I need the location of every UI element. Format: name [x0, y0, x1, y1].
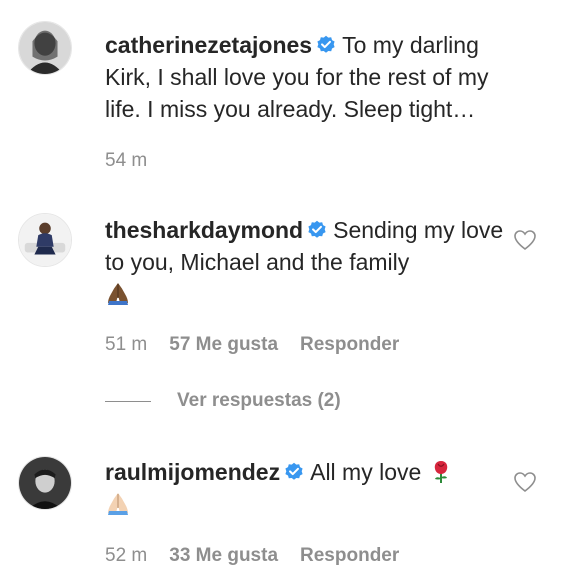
- avatar[interactable]: [18, 456, 72, 510]
- username[interactable]: catherinezetajones: [105, 32, 312, 58]
- comment-body: raulmijomendez All my love: [105, 456, 515, 520]
- likes-count[interactable]: 57 Me gusta: [169, 334, 278, 356]
- reply-button[interactable]: Responder: [300, 545, 399, 567]
- comment-meta: 51 m 57 Me gusta Responder: [105, 334, 399, 356]
- verified-badge-icon: [316, 35, 336, 55]
- user-photo-icon: [19, 214, 71, 266]
- user-photo-icon: [19, 457, 71, 509]
- likes-count[interactable]: 33 Me gusta: [169, 545, 278, 567]
- replies-divider: [105, 400, 151, 402]
- like-heart-icon[interactable]: [512, 227, 538, 253]
- comment-time: 52 m: [105, 545, 148, 566]
- username[interactable]: raulmijomendez: [105, 459, 280, 485]
- verified-badge-icon: [284, 462, 304, 482]
- verified-badge-icon: [307, 220, 327, 240]
- comment-time: 51 m: [105, 334, 148, 355]
- comment-body: thesharkdaymond Sending my love to you, M…: [105, 214, 515, 310]
- rose-emoji-icon: [428, 458, 454, 484]
- avatar[interactable]: [18, 21, 72, 75]
- folded-hands-emoji-icon: [105, 490, 131, 516]
- comment-meta: 54 m: [105, 150, 147, 172]
- comment-body: catherinezetajones To my darling Kirk, I …: [105, 29, 515, 125]
- username[interactable]: thesharkdaymond: [105, 217, 303, 243]
- like-heart-icon[interactable]: [512, 469, 538, 495]
- folded-hands-emoji-icon: [105, 280, 131, 306]
- comment-meta: 52 m 33 Me gusta Responder: [105, 545, 399, 567]
- view-replies-label: Ver respuestas (2): [177, 390, 341, 411]
- view-replies-button[interactable]: Ver respuestas (2): [105, 390, 341, 412]
- comment-time: 54 m: [105, 150, 148, 171]
- reply-button[interactable]: Responder: [300, 334, 399, 356]
- avatar[interactable]: [18, 213, 72, 267]
- user-photo-icon: [19, 22, 71, 74]
- comment-text: All my love: [310, 459, 422, 485]
